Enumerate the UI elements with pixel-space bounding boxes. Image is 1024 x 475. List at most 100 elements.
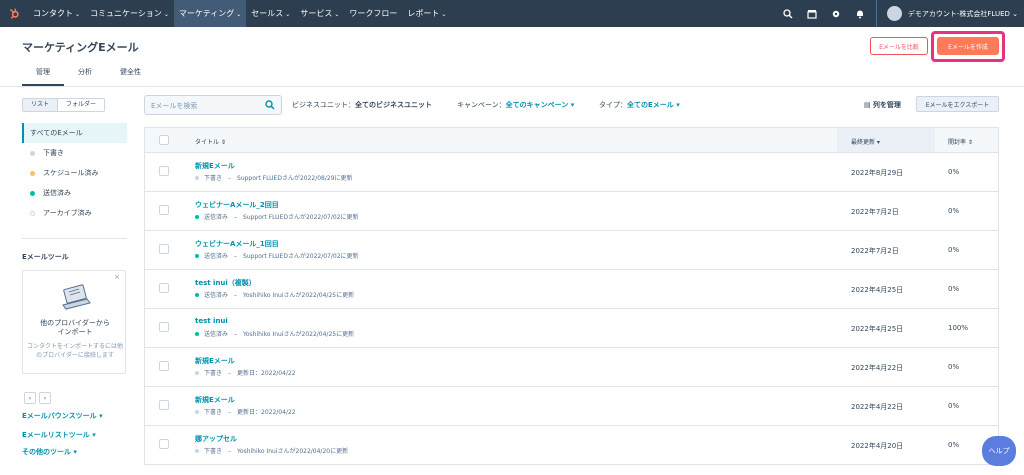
columns-icon: ▤ xyxy=(864,101,873,109)
row-checkbox[interactable] xyxy=(159,361,169,371)
email-name-link[interactable]: test inui（複製） xyxy=(195,278,256,288)
emails-table: タイトル ⇕ 最終更新 ▾ 開封率 ⇕ 新規Eメール 下書き – Support F… xyxy=(144,127,999,465)
email-tools-heading: Eメールツール xyxy=(22,253,69,261)
filter-label: 送信済み xyxy=(43,189,71,197)
compare-emails-button[interactable]: Eメールを比較 xyxy=(870,37,928,55)
email-name-link[interactable]: 新規Eメール xyxy=(195,395,235,405)
search-icon xyxy=(265,100,275,110)
nav-item[interactable]: ワークフロー xyxy=(344,0,402,27)
account-menu[interactable]: デモアカウント-株式会社FLUED ⌄ xyxy=(875,0,1018,27)
close-icon[interactable]: × xyxy=(114,273,120,281)
status-filter-item[interactable]: 送信済み xyxy=(22,183,127,203)
nav-item[interactable]: コンタクト ⌄ xyxy=(28,0,85,27)
other-tools-link[interactable]: その他のツール ▾ xyxy=(22,447,77,457)
row-checkbox[interactable] xyxy=(159,283,169,293)
tab-analyze[interactable]: 分析 xyxy=(64,66,106,86)
status-dot-icon xyxy=(195,214,199,219)
bounce-tool-link[interactable]: Eメールバウンスツール ▾ xyxy=(22,411,103,421)
status-filter-item[interactable]: アーカイブ済み xyxy=(22,203,127,223)
nav-item-label: コミュニケーション xyxy=(90,9,162,18)
email-status: 下書き xyxy=(204,175,223,182)
row-checkbox[interactable] xyxy=(159,205,169,215)
business-unit-filter[interactable]: ビジネスユニット：全てのビジネスユニット xyxy=(292,100,432,110)
manage-columns-button[interactable]: ▤ 列を管理 xyxy=(864,100,901,110)
email-name-link[interactable]: 新規Eメール xyxy=(195,356,235,366)
email-status: 下書き xyxy=(204,448,223,455)
next-button[interactable]: › xyxy=(39,392,51,404)
bell-icon[interactable] xyxy=(848,0,872,27)
email-updated-note: – Support FLUEDさんが2022/07/02に更新 xyxy=(234,214,359,221)
filter-label: アーカイブ済み xyxy=(43,209,92,217)
nav-item[interactable]: マーケティング ⌄ xyxy=(173,0,247,27)
email-status: 下書き xyxy=(204,370,223,377)
table-row[interactable]: test inui 送信済み – Yoshihiko Inuiさんが2022/04/… xyxy=(144,309,999,348)
status-filter-item[interactable]: すべてのEメール xyxy=(22,123,127,143)
status-filter-item[interactable]: 下書き xyxy=(22,143,127,163)
email-meta: 送信済み – Yoshihiko Inuiさんが2022/04/25に更新 xyxy=(195,329,354,338)
select-all-checkbox[interactable] xyxy=(159,135,169,145)
email-updated-note: – Yoshihiko Inuiさんが2022/04/25に更新 xyxy=(234,292,355,299)
last-updated-cell: 2022年4月20日 xyxy=(851,442,904,450)
help-button[interactable]: ヘルプ xyxy=(982,436,1016,466)
email-name-link[interactable]: test inui xyxy=(195,317,228,325)
status-dot-icon xyxy=(195,370,199,375)
updated-column-header[interactable]: 最終更新 ▾ xyxy=(851,137,880,146)
email-name-link[interactable]: ウェビナーAメール_1回目 xyxy=(195,239,279,249)
nav-item[interactable]: コミュニケーション ⌄ xyxy=(85,0,174,27)
status-filters: すべてのEメール 下書き スケジュール済み送信済みアーカイブ済み xyxy=(22,123,127,223)
campaign-label: キャンペーン： xyxy=(457,101,506,109)
row-checkbox[interactable] xyxy=(159,244,169,254)
table-row[interactable]: 新規Eメール 下書き – 更新日：2022/04/22 2022年4月22日 0% xyxy=(144,348,999,387)
email-name-link[interactable]: ウェビナーAメール_2回目 xyxy=(195,200,279,210)
export-emails-button[interactable]: Eメールをエクスポート xyxy=(916,96,999,112)
hubspot-logo-icon[interactable] xyxy=(0,0,28,27)
email-meta: 送信済み – Support FLUEDさんが2022/07/02に更新 xyxy=(195,251,359,260)
email-name-link[interactable]: 新規Eメール xyxy=(195,161,235,171)
table-row[interactable]: 新規Eメール 下書き – 更新日：2022/04/22 2022年4月22日 0% xyxy=(144,387,999,426)
last-updated-cell: 2022年4月25日 xyxy=(851,325,904,333)
folder-view-button[interactable]: フォルダー xyxy=(58,99,104,111)
table-row[interactable]: 娜アップセル 下書き – Yoshihiko Inuiさんが2022/04/20に更… xyxy=(144,426,999,465)
status-filter-item[interactable]: スケジュール済み xyxy=(22,163,127,183)
table-row[interactable]: ウェビナーAメール_2回目 送信済み – Support FLUEDさんが2022/… xyxy=(144,192,999,231)
last-updated-cell: 2022年7月2日 xyxy=(851,247,899,255)
row-checkbox[interactable] xyxy=(159,322,169,332)
email-updated-note: – Yoshihiko Inuiさんが2022/04/20に更新 xyxy=(228,448,349,455)
chevron-down-icon: ⌄ xyxy=(236,11,242,18)
email-name-link[interactable]: 娜アップセル xyxy=(195,434,237,444)
page-title: マーケティングEメール xyxy=(22,41,139,54)
email-meta: 下書き – Support FLUEDさんが2022/08/29に更新 xyxy=(195,173,353,182)
last-updated-cell: 2022年4月22日 xyxy=(851,403,904,411)
status-dot-icon xyxy=(195,175,199,180)
table-row[interactable]: ウェビナーAメール_1回目送信済み – Support FLUEDさんが2022/… xyxy=(144,231,999,270)
create-email-button[interactable]: Eメールを作成 xyxy=(937,37,999,55)
gear-icon[interactable] xyxy=(824,0,848,27)
table-row[interactable]: test inui（複製） 送信済み – Yoshihiko Inuiさんが2022… xyxy=(144,270,999,309)
row-checkbox[interactable] xyxy=(159,400,169,410)
search-input[interactable]: Eメールを検索 xyxy=(144,95,282,115)
import-card-description: コンタクトをインポートするには他のプロバイダーに接続します xyxy=(27,343,124,359)
open-rate-column-header[interactable]: 開封率 ⇕ xyxy=(948,137,973,146)
nav-item[interactable]: レポート ⌄ xyxy=(402,0,451,27)
search-icon[interactable] xyxy=(776,0,800,27)
row-checkbox[interactable] xyxy=(159,166,169,176)
type-filter[interactable]: タイプ：全てのEメール ▾ xyxy=(599,100,680,110)
prev-button[interactable]: ‹ xyxy=(24,392,36,404)
open-rate-cell: 0% xyxy=(948,402,960,410)
business-unit-value: 全てのビジネスユニット xyxy=(355,101,432,109)
tab-health[interactable]: 健全性 xyxy=(106,66,155,86)
title-column-header[interactable]: タイトル ⇕ xyxy=(195,137,226,146)
open-rate-cell: 0% xyxy=(948,207,960,215)
tab-manage[interactable]: 管理 xyxy=(22,66,64,86)
list-view-button[interactable]: リスト xyxy=(23,99,59,111)
table-row[interactable]: 新規Eメール下書き – Support FLUEDさんが2022/08/29に更新… xyxy=(144,153,999,192)
nav-item[interactable]: セールス ⌄ xyxy=(246,0,295,27)
last-updated-cell: 2022年7月2日 xyxy=(851,208,899,216)
campaign-filter[interactable]: キャンペーン：全てのキャンペーン ▾ xyxy=(457,100,574,110)
open-rate-cell: 0% xyxy=(948,363,960,371)
nav-item[interactable]: サービス ⌄ xyxy=(295,0,344,27)
list-tool-link[interactable]: Eメールリストツール ▾ xyxy=(22,430,96,440)
marketplace-icon[interactable] xyxy=(800,0,824,27)
open-rate-cell: 0% xyxy=(948,441,960,449)
row-checkbox[interactable] xyxy=(159,439,169,449)
